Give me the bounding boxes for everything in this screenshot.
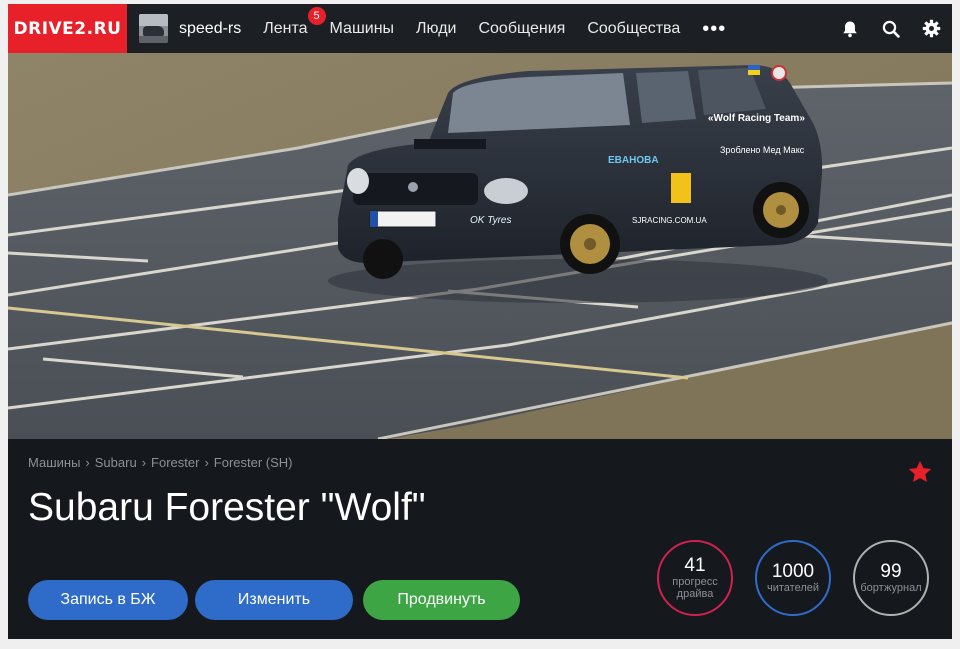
breadcrumb-separator: › bbox=[141, 455, 147, 470]
stat-label-line2: драйва bbox=[676, 588, 714, 600]
edit-button[interactable]: Изменить bbox=[195, 580, 353, 620]
car-page: DRIVE2.RU speed-rs Лента 5 Машины Люди С… bbox=[8, 4, 952, 649]
star-icon[interactable] bbox=[907, 459, 933, 485]
stat-value: 99 bbox=[880, 561, 902, 582]
svg-text:EBAHOBA: EBAHOBA bbox=[608, 155, 659, 166]
breadcrumb-separator: › bbox=[204, 455, 209, 470]
avatar bbox=[139, 14, 168, 43]
top-navigation: DRIVE2.RU speed-rs Лента 5 Машины Люди С… bbox=[8, 4, 952, 53]
more-menu-button[interactable]: ••• bbox=[702, 19, 726, 39]
breadcrumb-item-brand[interactable]: Subaru bbox=[95, 455, 137, 470]
svg-text:Зроблено Мед Макс: Зроблено Мед Макс bbox=[720, 145, 805, 155]
breadcrumb-separator: › bbox=[85, 455, 90, 470]
site-logo[interactable]: DRIVE2.RU bbox=[8, 4, 127, 53]
breadcrumb-item-generation[interactable]: Forester (SH) bbox=[214, 455, 293, 470]
nav-link-communities[interactable]: Сообщества bbox=[587, 20, 680, 38]
nav-link-messages[interactable]: Сообщения bbox=[478, 20, 565, 38]
svg-text:«Wolf Racing Team»: «Wolf Racing Team» bbox=[708, 113, 805, 124]
stat-value: 1000 bbox=[771, 561, 815, 582]
notification-badge: 5 bbox=[307, 6, 326, 25]
nav-link-feed[interactable]: Лента 5 bbox=[263, 6, 326, 38]
stat-label-line1: прогресс bbox=[672, 576, 718, 588]
car-photo[interactable]: EBAHOBA «Wolf Racing Team» Зроблено Мед … bbox=[8, 53, 952, 439]
breadcrumb-item-model[interactable]: Forester bbox=[151, 455, 199, 470]
page-title: Subaru Forester "Wolf" bbox=[28, 486, 426, 529]
svg-text:OK Tyres: OK Tyres bbox=[470, 215, 511, 226]
gear-icon[interactable] bbox=[911, 4, 952, 53]
logbook-entry-button[interactable]: Запись в БЖ bbox=[28, 580, 188, 620]
car-info-panel: Машины › Subaru › Forester › Forester (SH) Sub… bbox=[8, 439, 952, 649]
stat-label: бортжурнал bbox=[860, 582, 922, 594]
breadcrumb-item-cars[interactable]: Машины bbox=[28, 455, 80, 470]
stat-label: читателей bbox=[766, 582, 819, 594]
breadcrumb: Машины › Subaru › Forester › Forester (SH) bbox=[28, 455, 293, 470]
stat-readers[interactable]: 1000 читателей bbox=[755, 540, 831, 616]
svg-text:SJRACING.COM.UA: SJRACING.COM.UA bbox=[632, 216, 707, 225]
page-content-start bbox=[0, 639, 960, 649]
username: speed-rs bbox=[179, 19, 242, 37]
stat-logbook[interactable]: 99 бортжурнал bbox=[853, 540, 929, 616]
stat-drive-progress[interactable]: 41 прогресс драйва bbox=[657, 540, 733, 616]
nav-link-label: Лента bbox=[263, 19, 308, 37]
bell-icon[interactable] bbox=[829, 4, 870, 53]
nav-link-cars[interactable]: Машины bbox=[330, 20, 395, 38]
stat-value: 41 bbox=[684, 555, 706, 576]
user-profile-link[interactable]: speed-rs bbox=[139, 4, 241, 53]
search-icon[interactable] bbox=[870, 4, 911, 53]
promote-button[interactable]: Продвинуть bbox=[363, 580, 520, 620]
nav-link-people[interactable]: Люди bbox=[416, 20, 456, 38]
